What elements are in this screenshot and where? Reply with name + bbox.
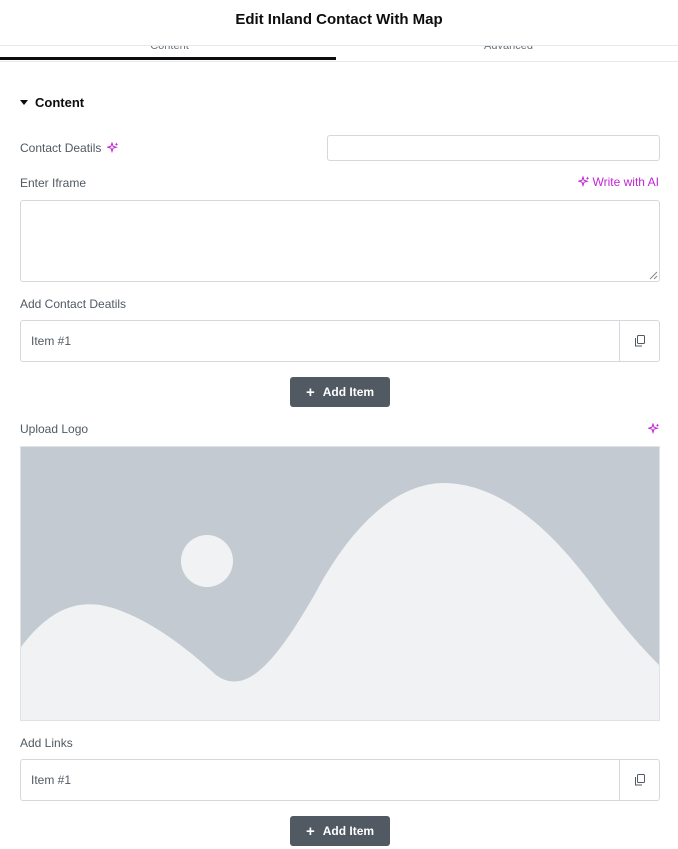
logo-upload-area[interactable] xyxy=(20,446,660,721)
repeater-item: Item #1 xyxy=(20,320,660,362)
image-placeholder-icon xyxy=(21,447,659,720)
tab-advanced[interactable]: Advanced xyxy=(339,46,678,61)
ai-sparkle-icon[interactable] xyxy=(648,423,660,435)
duplicate-icon xyxy=(634,335,645,347)
active-tab-indicator xyxy=(0,57,336,60)
write-with-ai-button[interactable]: Write with AI xyxy=(577,175,659,189)
caret-down-icon xyxy=(20,99,28,105)
write-with-ai-label: Write with AI xyxy=(592,175,659,189)
repeater-item-title[interactable]: Item #1 xyxy=(21,760,619,800)
iframe-textarea[interactable] xyxy=(20,200,660,282)
add-item-label: Add Item xyxy=(322,385,375,399)
contact-details-label: Contact Deatils xyxy=(20,141,102,155)
add-item-button[interactable]: + Add Item xyxy=(290,377,390,407)
section-toggle-content[interactable]: Content xyxy=(20,93,84,111)
add-item-button[interactable]: + Add Item xyxy=(290,816,390,846)
repeater-item: Item #1 xyxy=(20,759,660,801)
duplicate-button[interactable] xyxy=(619,760,659,800)
duplicate-icon xyxy=(634,774,645,786)
section-title: Content xyxy=(35,94,85,110)
add-item-label: Add Item xyxy=(322,824,375,838)
resize-handle-icon[interactable] xyxy=(648,270,658,280)
panel-header: Edit Inland Contact With Map xyxy=(0,0,678,46)
duplicate-button[interactable] xyxy=(619,321,659,361)
plus-icon: + xyxy=(305,822,315,840)
plus-icon: + xyxy=(305,383,315,401)
contact-details-input[interactable] xyxy=(327,135,660,161)
add-links-label: Add Links xyxy=(20,736,73,750)
panel-title: Edit Inland Contact With Map xyxy=(235,11,443,28)
upload-logo-label: Upload Logo xyxy=(20,422,89,436)
repeater-item-title[interactable]: Item #1 xyxy=(21,321,619,361)
add-contact-details-label: Add Contact Deatils xyxy=(20,297,127,311)
ai-sparkle-icon[interactable] xyxy=(107,142,119,154)
ai-sparkle-icon xyxy=(577,176,589,188)
iframe-label: Enter Iframe xyxy=(20,176,87,190)
